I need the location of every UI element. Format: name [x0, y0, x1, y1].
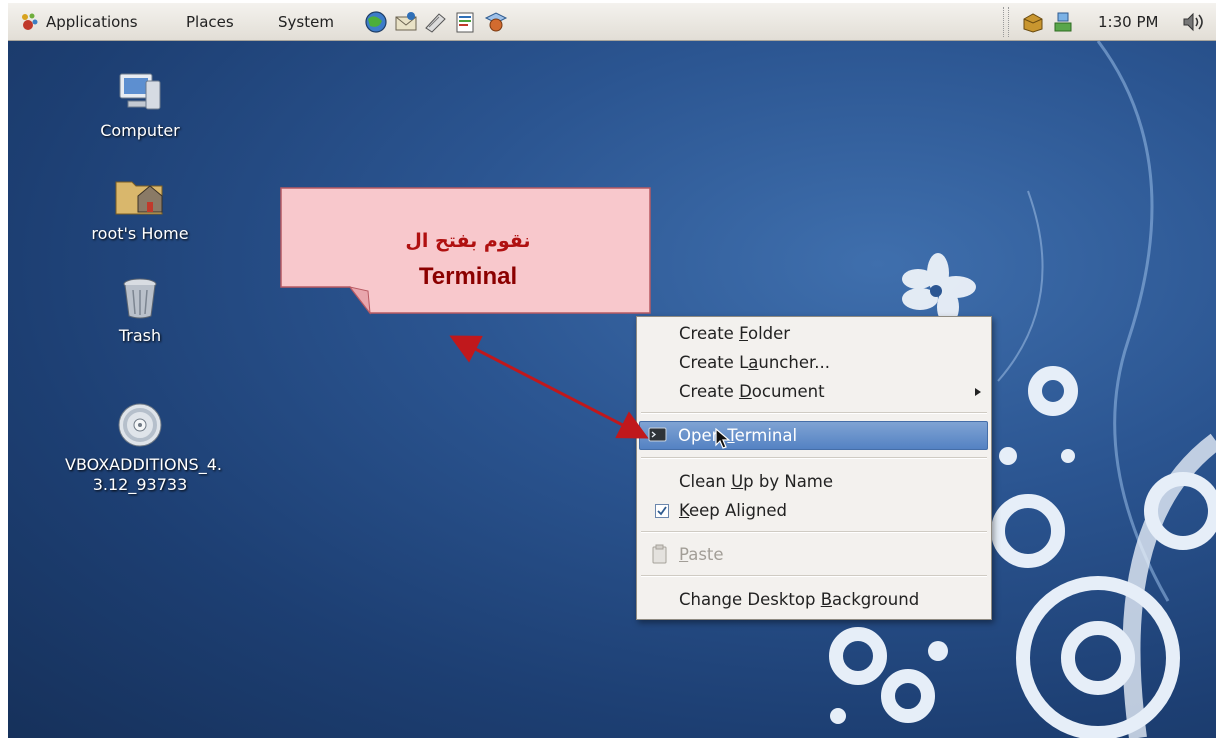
submenu-arrow-icon: [975, 388, 981, 396]
home-folder-icon: [115, 181, 163, 215]
paste-icon: [652, 544, 667, 564]
checkbox-checked-icon[interactable]: [655, 504, 669, 518]
writer-icon[interactable]: [453, 10, 479, 34]
trash-icon: [123, 278, 157, 319]
menu-item-keep-aligned[interactable]: Keep Aligned: [679, 500, 787, 522]
presentation-icon[interactable]: [483, 10, 509, 34]
menu-item-open-terminal[interactable]: Open Terminal: [639, 421, 988, 450]
menu-separator: [641, 412, 987, 414]
menu-separator: [641, 575, 987, 577]
desktop-icon-label: Trash: [118, 326, 162, 345]
menu-item-change-desktop-background[interactable]: Change Desktop Background: [679, 589, 919, 611]
network-icon[interactable]: [1050, 10, 1076, 34]
callout-text-terminal: Terminal: [418, 263, 518, 290]
menu-separator: [641, 531, 987, 533]
annotation-callout: [280, 187, 651, 315]
desktop-icon-label-line1: VBOXADDITIONS_4.: [65, 455, 222, 474]
menu-separator: [641, 457, 987, 459]
panel-divider: [1003, 7, 1009, 37]
email-icon[interactable]: [393, 10, 419, 34]
menu-item-create-document[interactable]: Create Document: [679, 381, 989, 403]
desktop-icon-label-line2: 3.12_93733: [92, 475, 188, 494]
terminal-icon: [648, 427, 667, 442]
update-icon[interactable]: [1020, 10, 1046, 34]
web-browser-icon[interactable]: [363, 10, 389, 34]
menu-item-create-folder[interactable]: Create Folder: [679, 323, 790, 345]
clock[interactable]: 1:30 PM: [1098, 12, 1158, 32]
cd-icon: [118, 403, 162, 447]
top-panel: Applications Places System 1:30 PM: [8, 3, 1216, 41]
system-menu[interactable]: System: [278, 12, 334, 32]
gnome-foot-icon: [22, 13, 38, 30]
mouse-pointer-icon: [715, 428, 731, 449]
volume-icon[interactable]: [1180, 10, 1206, 34]
home-desktop-icon[interactable]: root's Home: [65, 174, 215, 244]
desktop-icon-label: Computer: [100, 121, 180, 140]
places-menu[interactable]: Places: [186, 12, 234, 32]
desktop-context-menu: Create Folder Create Launcher... Create …: [636, 316, 992, 620]
computer-desktop-icon[interactable]: Computer: [65, 71, 215, 141]
applications-menu[interactable]: Applications: [46, 12, 138, 32]
desktop-icon-label: root's Home: [91, 224, 189, 243]
computer-icon: [119, 73, 161, 110]
flower-decoration: [902, 253, 976, 325]
notes-icon[interactable]: [423, 10, 449, 34]
wallpaper-swirls: [829, 41, 1216, 738]
menu-item-paste: Paste: [679, 545, 724, 564]
trash-desktop-icon[interactable]: Trash: [65, 276, 215, 346]
desktop[interactable]: Computer root's Home Trash VBOXADDITIONS…: [8, 41, 1216, 738]
menu-item-clean-up-by-name[interactable]: Clean Up by Name: [679, 471, 833, 493]
callout-text-arabic: نقوم بفتح ال: [405, 230, 531, 252]
desktop-icon-label: VBOXADDITIONS_4. 3.12_93733: [65, 455, 222, 495]
vboxadditions-desktop-icon[interactable]: VBOXADDITIONS_4. 3.12_93733: [65, 401, 222, 495]
menu-item-create-launcher[interactable]: Create Launcher...: [679, 352, 830, 374]
